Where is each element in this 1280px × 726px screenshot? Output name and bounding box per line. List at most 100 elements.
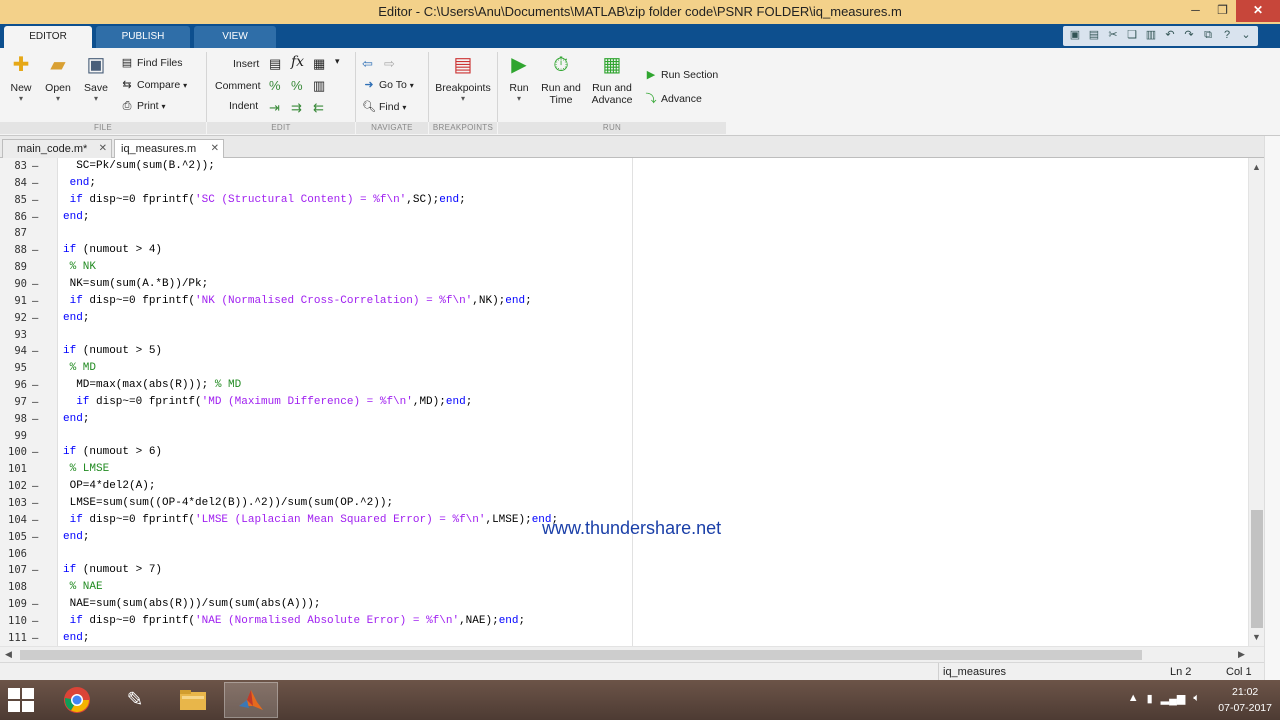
code-line[interactable]: 108 % NAE xyxy=(0,579,1264,596)
executable-line-marker[interactable]: – xyxy=(32,192,38,209)
matlab-icon[interactable] xyxy=(224,682,278,718)
executable-line-marker[interactable]: – xyxy=(32,613,38,630)
code-line[interactable]: 93 xyxy=(0,327,1264,344)
paint-tool-icon[interactable]: ✎ xyxy=(108,682,162,718)
code-line[interactable]: 97– if disp~=0 fprintf('MD (Maximum Diff… xyxy=(0,394,1264,411)
show-hidden-icons-icon[interactable]: ▲ xyxy=(1128,692,1139,705)
code-line[interactable]: 94– if (numout > 5) xyxy=(0,343,1264,360)
doc-tab-iq-measures[interactable]: iq_measures.m ✕ xyxy=(114,139,224,159)
code-text[interactable]: if disp~=0 fprintf('LMSE (Laplacian Mean… xyxy=(63,512,559,529)
code-text[interactable]: if (numout > 7) xyxy=(63,562,162,579)
code-text[interactable]: if disp~=0 fprintf('MD (Maximum Differen… xyxy=(63,394,472,411)
code-line[interactable]: 87 xyxy=(0,225,1264,242)
forward-arrow-icon[interactable]: ⇨ xyxy=(384,56,395,72)
scroll-down-icon[interactable]: ▼ xyxy=(1252,632,1261,642)
advance-button[interactable]: ⤵ Advance xyxy=(644,90,702,106)
indent-button[interactable]: Indent xyxy=(229,100,258,112)
new-button[interactable]: ✚ New ▾ xyxy=(6,52,36,103)
executable-line-marker[interactable]: – xyxy=(32,276,38,293)
code-text[interactable]: end; xyxy=(63,310,89,327)
chrome-icon[interactable] xyxy=(50,682,104,718)
code-text[interactable]: NAE=sum(sum(abs(R)))/sum(sum(abs(A))); xyxy=(63,596,321,613)
undo-icon[interactable]: ↶ xyxy=(1162,27,1178,43)
code-line[interactable]: 109– NAE=sum(sum(abs(R)))/sum(sum(abs(A)… xyxy=(0,596,1264,613)
code-text[interactable]: end; xyxy=(63,529,89,546)
run-section-button[interactable]: ▶ Run Section xyxy=(644,68,718,81)
uncomment-icon[interactable]: % xyxy=(291,78,303,93)
horizontal-scrollbar[interactable]: ◀ ▶ xyxy=(0,646,1264,662)
run-button[interactable]: ▶ Run ▾ xyxy=(502,52,536,103)
comment-icon[interactable]: % xyxy=(269,78,281,93)
increase-indent-icon[interactable]: ⇉ xyxy=(291,100,302,116)
chevron-down-icon[interactable]: ▾ xyxy=(335,56,340,67)
code-text[interactable]: end; xyxy=(63,411,89,428)
executable-line-marker[interactable]: – xyxy=(32,562,38,579)
code-line[interactable]: 111– end; xyxy=(0,630,1264,646)
code-line[interactable]: 88– if (numout > 4) xyxy=(0,242,1264,259)
executable-line-marker[interactable]: – xyxy=(32,158,38,175)
wrap-comments-icon[interactable]: ▥ xyxy=(313,78,325,94)
back-arrow-icon[interactable]: ⇦ xyxy=(362,56,373,72)
volume-icon[interactable]: 🔈︎ xyxy=(1193,692,1200,705)
doc-tab-main-code[interactable]: main_code.m* ✕ xyxy=(2,139,112,158)
clock[interactable]: 21:02 07-07-2017 xyxy=(1218,684,1272,716)
insert-button[interactable]: Insert xyxy=(233,58,259,70)
executable-line-marker[interactable]: – xyxy=(32,310,38,327)
comment-button[interactable]: Comment xyxy=(215,80,261,92)
scroll-right-icon[interactable]: ▶ xyxy=(1238,649,1245,660)
code-text[interactable]: MD=max(max(abs(R))); % MD xyxy=(63,377,241,394)
cut-icon[interactable]: ✂ xyxy=(1105,27,1121,43)
layout-icon[interactable]: ▣ xyxy=(1067,27,1083,43)
executable-line-marker[interactable]: – xyxy=(32,512,38,529)
executable-line-marker[interactable]: – xyxy=(32,478,38,495)
code-text[interactable]: % NAE xyxy=(63,579,103,596)
code-line[interactable]: 96– MD=max(max(abs(R))); % MD xyxy=(0,377,1264,394)
executable-line-marker[interactable]: – xyxy=(32,209,38,226)
executable-line-marker[interactable]: – xyxy=(32,444,38,461)
code-text[interactable]: if (numout > 4) xyxy=(63,242,162,259)
scroll-left-icon[interactable]: ◀ xyxy=(5,649,12,660)
code-line[interactable]: 101 % LMSE xyxy=(0,461,1264,478)
code-text[interactable]: SC=Pk/sum(sum(B.^2)); xyxy=(63,158,215,175)
code-text[interactable]: % NK xyxy=(63,259,96,276)
code-text[interactable]: if disp~=0 fprintf('SC (Structural Conte… xyxy=(63,192,466,209)
scroll-up-icon[interactable]: ▲ xyxy=(1252,162,1261,172)
code-line[interactable]: 102– OP=4*del2(A); xyxy=(0,478,1264,495)
code-line[interactable]: 84– end; xyxy=(0,175,1264,192)
executable-line-marker[interactable]: – xyxy=(32,596,38,613)
insert-section-icon[interactable]: ▤ xyxy=(269,56,281,72)
minimize-button[interactable]: ─ xyxy=(1182,0,1209,22)
code-text[interactable]: OP=4*del2(A); xyxy=(63,478,156,495)
run-and-time-button[interactable]: ⏱ Run and Time xyxy=(540,52,582,106)
go-to-button[interactable]: ➜ Go To ▾ xyxy=(362,78,413,91)
restore-button[interactable]: ❐ xyxy=(1209,0,1236,22)
close-tab-icon[interactable]: ✕ xyxy=(211,140,219,158)
code-line[interactable]: 83– SC=Pk/sum(sum(B.^2)); xyxy=(0,158,1264,175)
executable-line-marker[interactable]: – xyxy=(32,411,38,428)
find-files-button[interactable]: ▤ Find Files xyxy=(120,56,183,69)
code-line[interactable]: 92– end; xyxy=(0,310,1264,327)
fx-icon[interactable]: fx xyxy=(291,54,304,70)
battery-icon[interactable]: ▮ xyxy=(1147,692,1153,705)
run-and-advance-button[interactable]: ▦ Run and Advance xyxy=(588,52,636,106)
tab-publish[interactable]: PUBLISH xyxy=(96,26,190,48)
executable-line-marker[interactable]: – xyxy=(32,630,38,646)
copy-icon[interactable]: ❏ xyxy=(1124,27,1140,43)
executable-line-marker[interactable]: – xyxy=(32,242,38,259)
code-line[interactable]: 85– if disp~=0 fprintf('SC (Structural C… xyxy=(0,192,1264,209)
smart-indent-icon[interactable]: ⇥ xyxy=(269,100,280,116)
compare-button[interactable]: ⇆ Compare ▾ xyxy=(120,78,187,91)
code-text[interactable]: % MD xyxy=(63,360,96,377)
executable-line-marker[interactable]: – xyxy=(32,293,38,310)
windows-start-icon[interactable] xyxy=(8,688,34,712)
save-button[interactable]: ▣ Save ▾ xyxy=(80,52,112,103)
redo-icon[interactable]: ↷ xyxy=(1181,27,1197,43)
open-button[interactable]: ▰ Open ▾ xyxy=(42,52,74,103)
executable-line-marker[interactable]: – xyxy=(32,343,38,360)
code-text[interactable]: if (numout > 6) xyxy=(63,444,162,461)
find-button[interactable]: 🔍︎ Find ▾ xyxy=(362,100,406,113)
code-line[interactable]: 110– if disp~=0 fprintf('NAE (Normalised… xyxy=(0,613,1264,630)
executable-line-marker[interactable]: – xyxy=(32,529,38,546)
code-line[interactable]: 98– end; xyxy=(0,411,1264,428)
paste-icon[interactable]: ▥ xyxy=(1143,27,1159,43)
